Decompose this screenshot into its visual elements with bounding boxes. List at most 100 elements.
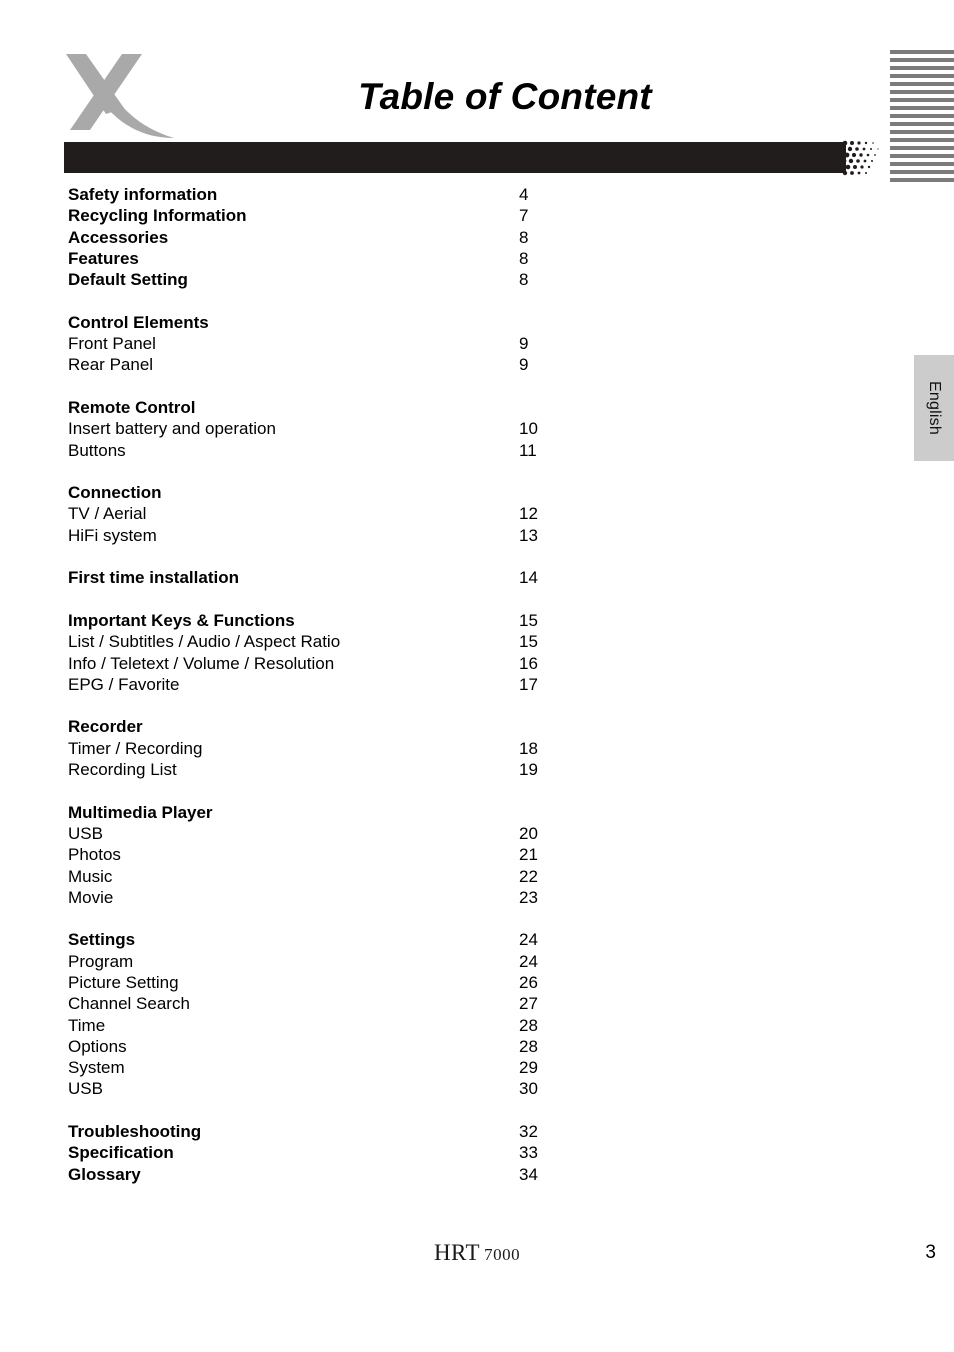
toc-entry[interactable]: USB 30 bbox=[68, 1078, 598, 1099]
toc-entry-page-number: 15 bbox=[519, 632, 538, 652]
language-tab-label: English bbox=[926, 381, 943, 435]
toc-entry[interactable]: List / Subtitles / Audio / Aspect Ratio 1… bbox=[68, 631, 598, 652]
toc-spacer bbox=[68, 908, 598, 929]
toc-entry-label: Channel Search bbox=[68, 994, 190, 1014]
toc-entry[interactable]: Recording List 19 bbox=[68, 759, 598, 780]
toc-entry-page-number: 14 bbox=[519, 568, 538, 588]
toc-entry-label: Recorder bbox=[68, 717, 143, 737]
toc-entry-page-number: 24 bbox=[519, 930, 538, 950]
toc-entry[interactable]: Picture Setting 26 bbox=[68, 972, 598, 993]
toc-entry-label: Settings bbox=[68, 930, 136, 950]
toc-entry[interactable]: Glossary 34 bbox=[68, 1164, 598, 1185]
toc-entry-label: USB bbox=[68, 823, 103, 843]
toc-entry[interactable]: Rear Panel 9 bbox=[68, 354, 598, 375]
toc-entry-label: Info / Teletext / Volume / Resolution bbox=[68, 653, 335, 673]
toc-entry[interactable]: Default Setting 8 bbox=[68, 269, 598, 290]
toc-entry-label: Buttons bbox=[68, 440, 126, 460]
toc-entry-label: First time installation bbox=[68, 568, 239, 588]
toc-entry-page-number: 16 bbox=[519, 653, 538, 673]
toc-entry-label: HiFi system bbox=[68, 525, 157, 545]
toc-entry[interactable]: Movie 23 bbox=[68, 887, 598, 908]
toc-entry[interactable]: USB 20 bbox=[68, 823, 598, 844]
toc-entry[interactable]: Safety information 4 bbox=[68, 184, 598, 205]
footer-brand-model: 7000 bbox=[484, 1245, 521, 1264]
toc-entry[interactable]: Timer / Recording 18 bbox=[68, 738, 598, 759]
toc-entry[interactable]: Multimedia Player bbox=[68, 802, 598, 823]
toc-entry-page-number: 33 bbox=[519, 1143, 538, 1163]
toc-entry-page-number: 20 bbox=[519, 823, 538, 843]
toc-spacer bbox=[68, 546, 598, 567]
toc-entry-label: Troubleshooting bbox=[68, 1122, 202, 1142]
toc-entry-page-number: 13 bbox=[519, 525, 538, 545]
toc-entry-page-number: 10 bbox=[519, 419, 538, 439]
toc-entry-label: Features bbox=[68, 248, 139, 268]
toc-entry-page-number: 8 bbox=[519, 227, 529, 247]
toc-entry-label: Safety information bbox=[68, 185, 218, 204]
toc-spacer bbox=[68, 780, 598, 801]
toc-entry[interactable]: Channel Search 27 bbox=[68, 993, 598, 1014]
toc-entry-label: Front Panel bbox=[68, 334, 156, 354]
toc-entry-page-number: 22 bbox=[519, 866, 538, 886]
toc-spacer bbox=[68, 290, 598, 311]
toc-entry[interactable]: Troubleshooting 32 bbox=[68, 1121, 598, 1142]
toc-spacer bbox=[68, 1100, 598, 1121]
toc-entry[interactable]: EPG / Favorite 17 bbox=[68, 674, 598, 695]
toc-entry-page-number: 29 bbox=[519, 1058, 538, 1078]
toc-entry[interactable]: Remote Control bbox=[68, 397, 598, 418]
toc-entry[interactable]: Control Elements bbox=[68, 312, 598, 333]
toc-entry-label: Default Setting bbox=[68, 270, 188, 290]
toc-entry-label: Insert battery and operation bbox=[68, 419, 276, 439]
toc-entry[interactable]: Insert battery and operation 10 bbox=[68, 418, 598, 439]
toc-entry[interactable]: TV / Aerial 12 bbox=[68, 503, 598, 524]
toc-entry[interactable]: Accessories 8 bbox=[68, 227, 598, 248]
toc-entry[interactable]: HiFi system 13 bbox=[68, 525, 598, 546]
toc-entry[interactable]: Features 8 bbox=[68, 248, 598, 269]
toc-entry[interactable]: First time installation 14 bbox=[68, 567, 598, 588]
toc-entry-page-number: 4 bbox=[519, 185, 529, 204]
toc-entry-label: Connection bbox=[68, 483, 162, 503]
toc-entry-page-number: 30 bbox=[519, 1079, 538, 1099]
toc-entry[interactable]: Important Keys & Functions 15 bbox=[68, 610, 598, 631]
toc-entry[interactable]: Program 24 bbox=[68, 951, 598, 972]
toc-entry[interactable]: Music 22 bbox=[68, 866, 598, 887]
toc-entry[interactable]: System 29 bbox=[68, 1057, 598, 1078]
toc-entry-label: Program bbox=[68, 951, 134, 971]
toc-entry-label: Recycling Information bbox=[68, 206, 247, 226]
toc-entry[interactable]: Connection bbox=[68, 482, 598, 503]
toc-entry[interactable]: Recycling Information 7 bbox=[68, 205, 598, 226]
toc-entry-page-number: 15 bbox=[519, 610, 538, 630]
toc-entry-page-number: 8 bbox=[519, 248, 529, 268]
toc-entry-page-number: 12 bbox=[519, 504, 538, 524]
toc-spacer bbox=[68, 461, 598, 482]
toc-entry[interactable]: Recorder bbox=[68, 716, 598, 737]
halftone-gradient-decoration bbox=[840, 140, 891, 180]
toc-spacer bbox=[68, 695, 598, 716]
toc-entry[interactable]: Buttons 11 bbox=[68, 440, 598, 461]
toc-entry-label: Photos bbox=[68, 845, 121, 865]
toc-entry-page-number: 9 bbox=[519, 334, 529, 354]
toc-entry[interactable]: Specification 33 bbox=[68, 1142, 598, 1163]
toc-entry[interactable]: Options 28 bbox=[68, 1036, 598, 1057]
toc-entry-label: Remote Control bbox=[68, 397, 196, 417]
toc-entry-label: Specification bbox=[68, 1143, 174, 1163]
toc-entry[interactable]: Photos 21 bbox=[68, 844, 598, 865]
page-title: Table of Content bbox=[358, 76, 652, 117]
toc-entry-label: Control Elements bbox=[68, 312, 209, 332]
toc-entry-page-number: 28 bbox=[519, 1036, 538, 1056]
toc-entry-page-number: 19 bbox=[519, 760, 538, 780]
toc-entry-label: Important Keys & Functions bbox=[68, 610, 295, 630]
toc-entry[interactable]: Front Panel 9 bbox=[68, 333, 598, 354]
toc-entry-page-number: 32 bbox=[519, 1122, 538, 1142]
footer-page-number: 3 bbox=[925, 1242, 936, 1263]
toc-entry-label: Timer / Recording bbox=[68, 738, 203, 758]
toc-entry-page-number: 8 bbox=[519, 270, 529, 290]
toc-entry-label: List / Subtitles / Audio / Aspect Ratio bbox=[68, 632, 341, 652]
toc-entry-page-number: 11 bbox=[519, 440, 537, 460]
toc-entry[interactable]: Time 28 bbox=[68, 1015, 598, 1036]
toc-entry-label: Rear Panel bbox=[68, 355, 154, 375]
toc-entry[interactable]: Info / Teletext / Volume / Resolution 16 bbox=[68, 653, 598, 674]
toc-entry-page-number: 23 bbox=[519, 887, 538, 907]
toc-entry-page-number: 18 bbox=[519, 738, 538, 758]
toc-entry-label: USB bbox=[68, 1079, 103, 1099]
toc-entry[interactable]: Settings 24 bbox=[68, 929, 598, 950]
